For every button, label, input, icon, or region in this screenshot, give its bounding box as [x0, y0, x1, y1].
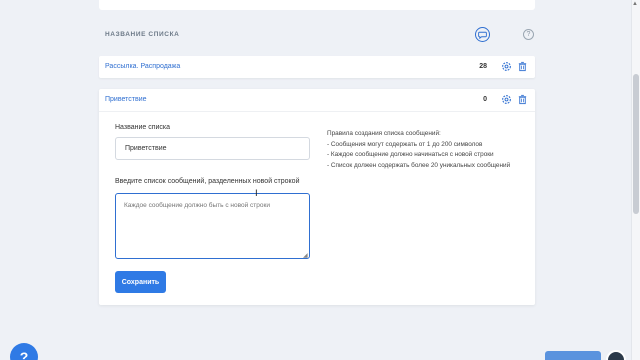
list-item-name[interactable]: Рассылка. Распродажа	[105, 63, 180, 70]
expanded-list-count: 0	[483, 96, 487, 103]
chat-launcher-button[interactable]	[545, 351, 601, 360]
messages-textarea[interactable]	[115, 193, 310, 259]
save-button[interactable]: Сохранить	[115, 271, 166, 293]
scroll-up-arrow-icon[interactable]: ▲	[632, 1, 638, 7]
column-title: НАЗВАНИЕ СПИСКА	[105, 31, 180, 38]
list-name-label: Название списка	[115, 124, 171, 131]
trash-icon[interactable]	[517, 94, 528, 105]
scrollbar[interactable]: ▲	[631, 0, 640, 360]
messages-label: Введите список сообщений, разделенных но…	[115, 178, 300, 185]
rule-item: - Сообщения могут содержать от 1 до 200 …	[327, 140, 483, 148]
expanded-list-card: Приветствие 0 Название списка Введите сп…	[99, 89, 535, 305]
list-item[interactable]: Рассылка. Распродажа 28	[99, 56, 535, 78]
trash-icon[interactable]	[517, 61, 528, 72]
list-name-input[interactable]	[115, 137, 310, 160]
rule-item: - Список должен содержать более 20 уника…	[327, 161, 511, 169]
gear-icon[interactable]	[501, 94, 512, 105]
gear-icon[interactable]	[501, 61, 512, 72]
chat-bubble-icon[interactable]	[475, 27, 490, 42]
resize-handle-icon[interactable]: ◢	[303, 252, 308, 259]
avatar[interactable]	[606, 350, 626, 360]
question-icon[interactable]: ?	[523, 29, 534, 40]
rules-block: Правила создания списка сообщений: - Соо…	[327, 129, 510, 171]
divider	[99, 111, 535, 112]
list-item-count: 28	[479, 63, 487, 70]
scroll-thumb[interactable]	[633, 74, 639, 214]
rule-item: - Каждое сообщение должно начинаться с н…	[327, 151, 494, 158]
support-question-icon[interactable]: ?	[10, 343, 38, 360]
previous-card	[99, 0, 535, 10]
text-cursor-icon: I	[255, 189, 258, 199]
list-header: НАЗВАНИЕ СПИСКА ?	[99, 24, 535, 46]
rules-title: Правила создания списка сообщений:	[327, 130, 441, 137]
expanded-list-name[interactable]: Приветствие	[105, 96, 147, 103]
